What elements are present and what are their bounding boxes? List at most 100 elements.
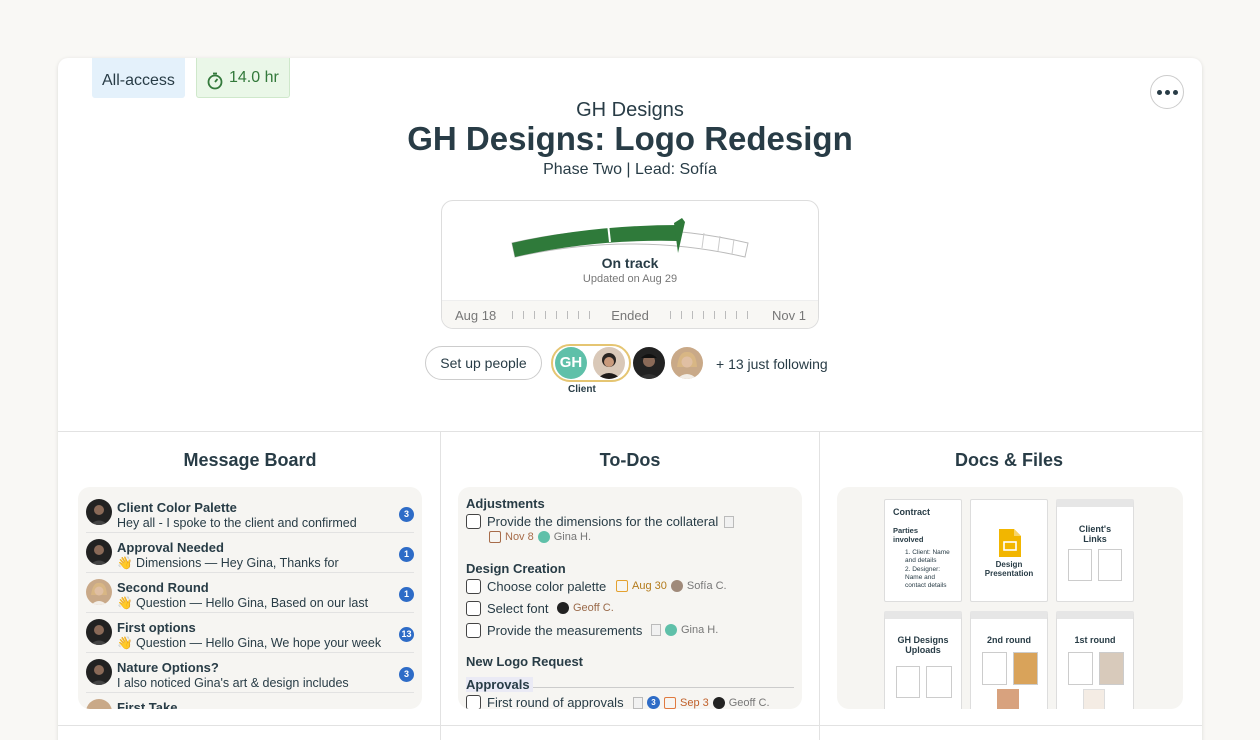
file-thumbnail <box>997 689 1019 709</box>
file-thumbnail <box>1013 652 1038 685</box>
column-divider <box>819 431 820 740</box>
assignee: Geoff C. <box>573 602 614 614</box>
todo-checkbox[interactable] <box>466 623 481 638</box>
hours-badge[interactable]: 14.0 hr <box>196 58 290 98</box>
slides-icon <box>999 529 1021 557</box>
todo-item[interactable]: Select font <box>466 601 548 616</box>
avatar[interactable] <box>593 347 625 379</box>
docs-panel[interactable]: Contract Parties involved 1. Client: Nam… <box>837 487 1183 709</box>
project-title: GH Designs: Logo Redesign <box>407 120 853 157</box>
client-avatar[interactable]: GH <box>555 347 587 379</box>
assignee-avatar <box>537 531 550 543</box>
list-item[interactable]: First Take <box>86 695 414 709</box>
client-label: Client <box>568 384 596 395</box>
docs-title[interactable]: Docs & Files <box>819 450 1199 471</box>
todos-panel[interactable]: Adjustments Provide the dimensions for t… <box>458 487 802 709</box>
calendar-icon <box>664 696 676 709</box>
hill-status: On track <box>601 255 659 271</box>
message-title: Second Round <box>117 580 209 595</box>
todo-text: Provide the measurements <box>487 623 643 638</box>
section-divider <box>58 431 1202 432</box>
notes-icon <box>651 624 661 636</box>
hill-chart[interactable]: On track Updated on Aug 29 Aug 18 Ended … <box>441 200 819 329</box>
folder-title: GH Designs Uploads <box>897 635 949 655</box>
todo-meta: Gina H. <box>651 624 718 636</box>
todo-meta: Geoff C. <box>557 602 614 614</box>
todo-text: Provide the dimensions for the collatera… <box>487 514 719 529</box>
avatar <box>86 619 112 645</box>
access-badge[interactable]: All-access <box>92 58 185 98</box>
document-line: 2. Designer: Name and contact details <box>905 566 947 589</box>
todo-text: Select font <box>487 601 549 616</box>
message-board-panel[interactable]: Client Color Palette Hey all - I spoke t… <box>78 487 422 709</box>
file-thumbnail <box>1083 689 1105 709</box>
file-thumbnail <box>1068 652 1093 685</box>
todo-group-title[interactable]: Approvals <box>466 677 533 692</box>
hill-updated: Updated on Aug 29 <box>582 273 678 285</box>
stopwatch-icon <box>207 72 223 89</box>
message-title: Client Color Palette <box>117 500 237 515</box>
list-item[interactable]: Approval Needed 👋 Dimensions — Hey Gina,… <box>86 535 414 573</box>
document-line: 1. Client: Name and details <box>905 549 950 564</box>
folder-card[interactable]: Client's Links <box>1056 499 1134 602</box>
timeline-end: Nov 1 <box>772 308 806 323</box>
due-date: Sep 3 <box>680 696 709 709</box>
avatar <box>86 699 112 709</box>
document-card[interactable]: Contract Parties involved 1. Client: Nam… <box>884 499 962 602</box>
todo-item[interactable]: Provide the dimensions for the collatera… <box>466 514 735 529</box>
comment-count-badge: 3 <box>399 667 414 682</box>
todo-group-title[interactable]: Adjustments <box>466 496 545 511</box>
company-name[interactable]: GH Designs <box>58 99 1202 122</box>
avatar[interactable] <box>671 347 703 379</box>
todo-checkbox[interactable] <box>466 695 481 709</box>
avatar <box>86 579 112 605</box>
list-item[interactable]: First options 👋 Question — Hello Gina, W… <box>86 615 414 653</box>
todos-title[interactable]: To-Dos <box>440 450 820 471</box>
todo-item[interactable]: Provide the measurements <box>466 623 642 638</box>
column-divider <box>440 431 441 740</box>
comment-count-badge: 13 <box>399 627 414 642</box>
todo-checkbox[interactable] <box>466 579 481 594</box>
hill-chart-graphic <box>511 218 749 258</box>
avatar <box>86 659 112 685</box>
folder-card[interactable]: 2nd round <box>970 611 1048 709</box>
assignee: Gina H. <box>553 531 592 543</box>
list-item[interactable]: Nature Options? I also noticed Gina's ar… <box>86 655 414 693</box>
file-thumbnail <box>1099 652 1124 685</box>
following-count[interactable]: + 13 just following <box>716 356 828 372</box>
list-item[interactable]: Second Round 👋 Question — Hello Gina, Ba… <box>86 575 414 613</box>
assignee-avatar <box>712 696 725 709</box>
due-date: Aug 30 <box>632 580 667 592</box>
assignee: Sofía C. <box>686 580 727 592</box>
message-excerpt: 👋 Question — Hello Gina, We hope your we… <box>117 636 382 650</box>
todo-item[interactable]: Choose color palette <box>466 579 606 594</box>
folder-title: Client's Links <box>1078 524 1112 544</box>
due-date: Nov 8 <box>505 531 534 543</box>
message-title: First Take <box>117 700 178 709</box>
message-board-title[interactable]: Message Board <box>60 450 440 471</box>
document-card[interactable]: Design Presentation <box>970 499 1048 602</box>
folder-card[interactable]: GH Designs Uploads <box>884 611 962 709</box>
todo-checkbox[interactable] <box>466 514 481 529</box>
todo-group-title[interactable]: Design Creation <box>466 561 566 576</box>
file-thumbnail <box>896 666 920 698</box>
folder-card[interactable]: 1st round <box>1056 611 1134 709</box>
message-title: First options <box>117 620 196 635</box>
file-thumbnail <box>1098 549 1122 581</box>
avatar <box>86 539 112 565</box>
folder-title: 1st round <box>1074 635 1116 645</box>
todo-checkbox[interactable] <box>466 601 481 616</box>
todo-item[interactable]: First round of approvals <box>466 695 624 709</box>
todo-meta: Aug 30 Sofía C. <box>616 580 727 592</box>
list-item[interactable]: Client Color Palette Hey all - I spoke t… <box>86 495 414 533</box>
comment-count-badge: 1 <box>399 587 414 602</box>
assignee-avatar <box>557 602 569 614</box>
todo-group-title[interactable]: New Logo Request <box>466 654 583 669</box>
todo-text: Choose color palette <box>487 579 607 594</box>
set-up-people-button[interactable]: Set up people <box>425 346 542 380</box>
assignee: Geoff C. <box>728 696 770 709</box>
document-line: Parties involved <box>893 526 924 544</box>
file-thumbnail <box>926 666 952 698</box>
project-subtitle: Phase Two | Lead: Sofía <box>543 161 717 178</box>
avatar[interactable] <box>633 347 665 379</box>
